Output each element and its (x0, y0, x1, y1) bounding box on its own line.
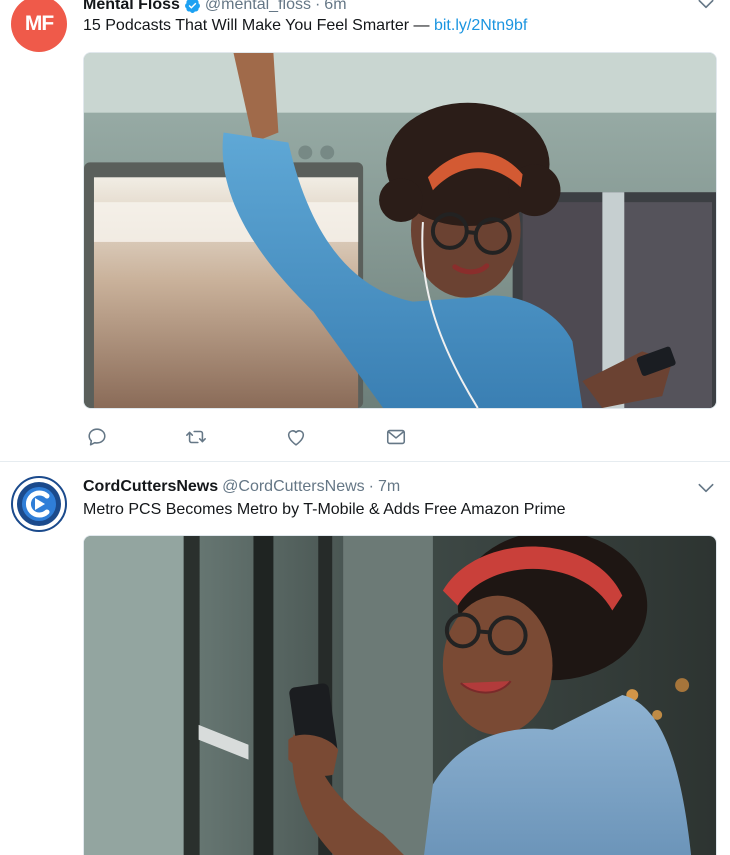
avatar[interactable] (11, 476, 67, 532)
chevron-down-icon[interactable] (696, 0, 716, 14)
author-handle[interactable]: @mental_floss (205, 0, 311, 14)
tweet-text: Metro PCS Becomes Metro by T-Mobile & Ad… (83, 501, 566, 518)
timestamp[interactable]: 6m (324, 0, 346, 14)
tweet-media-image[interactable] (83, 535, 717, 855)
tweet[interactable]: MF Mental Floss @mental_floss · 6m 15 Po… (0, 0, 730, 460)
separator-dot: · (314, 0, 321, 13)
timestamp[interactable]: 7m (378, 478, 400, 496)
tweet[interactable]: CordCuttersNews @CordCuttersNews · 7m Me… (0, 461, 730, 855)
woman-on-train-photo (84, 53, 716, 408)
cordcutters-logo-icon (11, 476, 67, 532)
reply-icon[interactable] (86, 426, 110, 448)
separator-dot: · (368, 478, 374, 495)
author-name[interactable]: CordCuttersNews (83, 478, 218, 496)
tweet-header: Mental Floss @mental_floss · 6m (83, 0, 347, 16)
retweet-icon[interactable] (185, 426, 209, 448)
verified-badge-icon (184, 0, 200, 13)
avatar-text: MF (24, 12, 54, 35)
like-icon[interactable] (285, 426, 309, 448)
tweet-link[interactable]: bit.ly/2Ntn9bf (434, 17, 527, 34)
author-name[interactable]: Mental Floss (83, 0, 180, 14)
avatar[interactable]: MF (11, 0, 67, 52)
author-handle[interactable]: @CordCuttersNews (222, 478, 365, 496)
woman-with-phone-photo (84, 536, 716, 855)
tweet-actions (83, 426, 503, 448)
tweet-text-body: 15 Podcasts That Will Make You Feel Smar… (83, 17, 434, 34)
chevron-down-icon[interactable] (696, 478, 716, 498)
tweet-text: 15 Podcasts That Will Make You Feel Smar… (83, 17, 527, 35)
tweet-header: CordCuttersNews @CordCuttersNews · 7m (83, 476, 400, 498)
direct-message-icon[interactable] (385, 426, 409, 448)
tweet-media-image[interactable] (83, 52, 717, 409)
